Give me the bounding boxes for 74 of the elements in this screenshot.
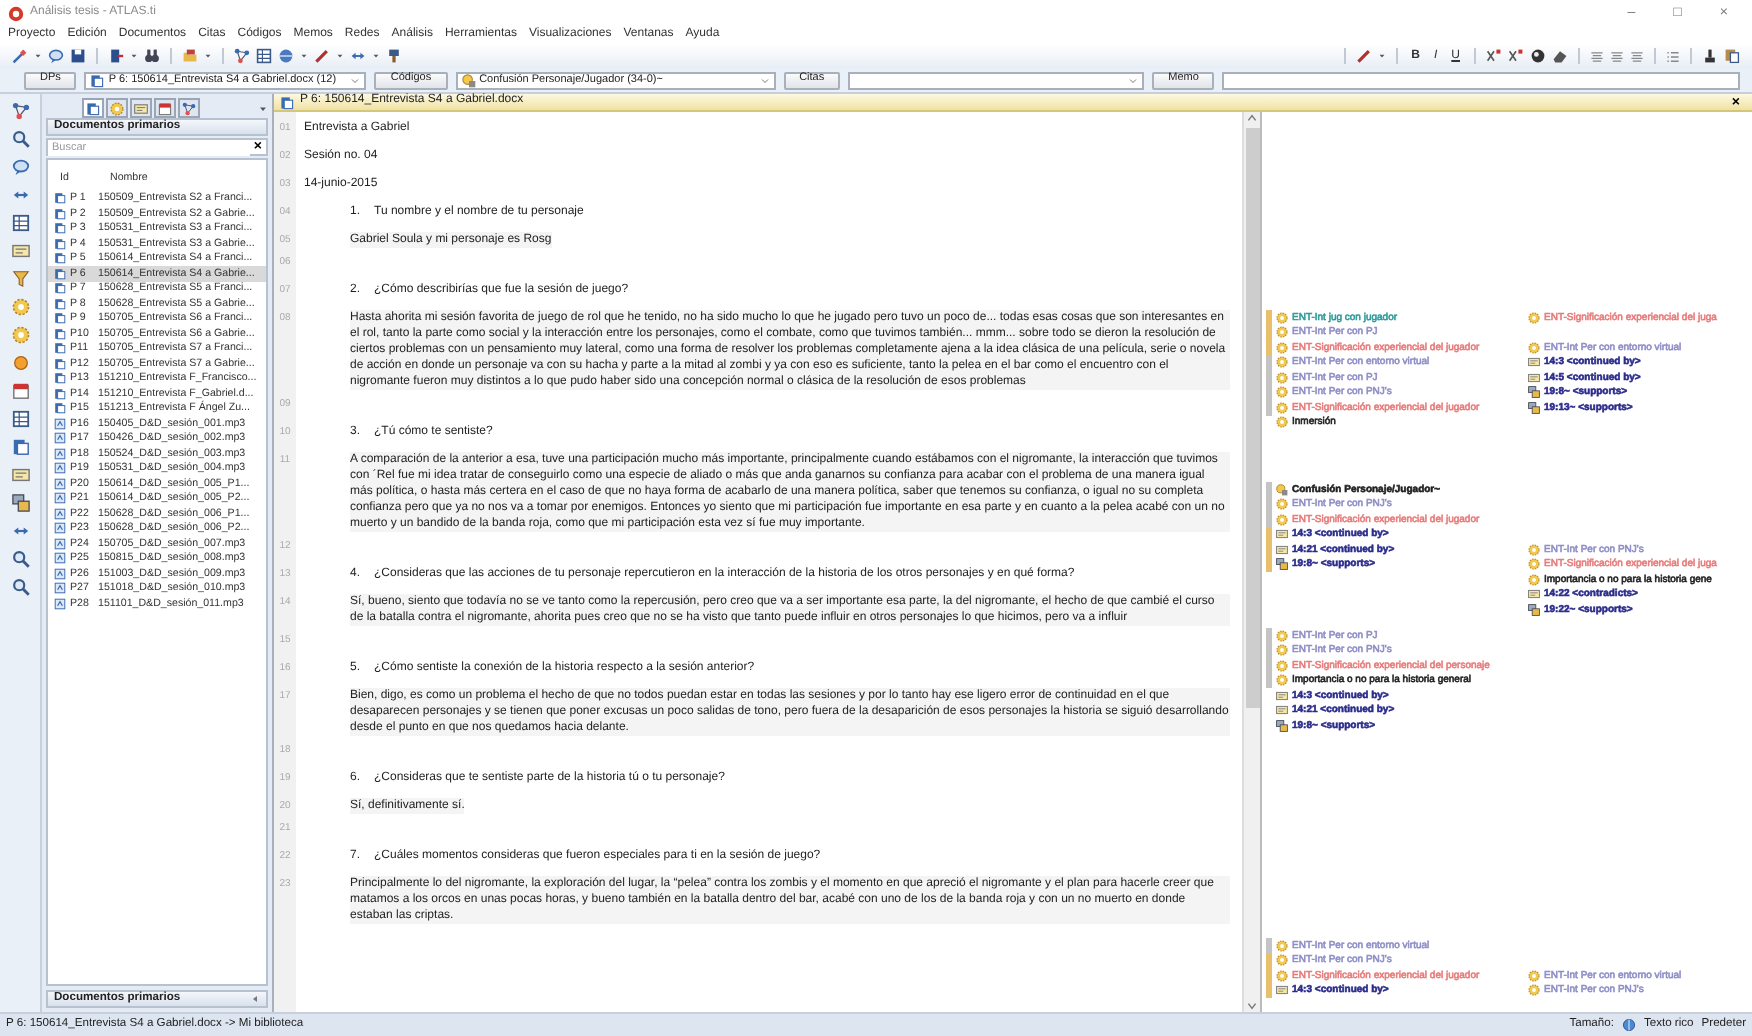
panel-tab[interactable] xyxy=(154,98,176,118)
stamp-icon[interactable] xyxy=(1702,48,1718,64)
left-triangle-icon[interactable] xyxy=(250,994,260,1004)
align-icon[interactable] xyxy=(1630,49,1644,63)
funnel-icon[interactable] xyxy=(11,270,29,288)
arrows-icon[interactable] xyxy=(11,522,29,540)
stacked-cards-icon[interactable] xyxy=(11,494,29,512)
chevron-icon xyxy=(1128,75,1139,85)
panel-tab[interactable] xyxy=(82,98,104,118)
note-icon xyxy=(134,101,148,115)
caret-icon[interactable] xyxy=(372,52,380,60)
document-icon xyxy=(280,95,294,109)
cog-group-icon xyxy=(461,73,476,87)
cog-icon xyxy=(1528,311,1540,324)
binoculars-icon[interactable] xyxy=(144,48,160,64)
align-icon[interactable] xyxy=(1610,49,1624,63)
memo-field[interactable] xyxy=(1222,71,1740,89)
caret-icon[interactable] xyxy=(204,52,212,60)
stacked-cards-icon xyxy=(1528,603,1540,616)
cross-icon[interactable] xyxy=(1508,48,1524,64)
network-icon[interactable] xyxy=(234,48,250,64)
folder-icon[interactable] xyxy=(182,48,198,64)
memo-icon xyxy=(158,101,172,115)
memo-icon[interactable] xyxy=(11,382,29,400)
grid-icon[interactable] xyxy=(256,48,272,64)
paste-icon[interactable] xyxy=(1724,48,1740,64)
cross-icon[interactable] xyxy=(1486,48,1502,64)
align-icon[interactable] xyxy=(1590,49,1604,63)
brush-icon[interactable] xyxy=(386,48,402,64)
note-icon xyxy=(1528,588,1540,601)
wand-icon[interactable] xyxy=(12,48,28,64)
search-icon[interactable] xyxy=(11,130,29,148)
globe-icon[interactable] xyxy=(1621,1018,1636,1032)
note-icon xyxy=(1276,984,1288,997)
grid-icon[interactable] xyxy=(11,410,29,428)
circle-icon[interactable] xyxy=(11,354,29,372)
network-icon[interactable] xyxy=(11,102,29,120)
caret-icon[interactable] xyxy=(34,52,42,60)
scrollbar-thumb[interactable] xyxy=(1245,128,1259,708)
eraser-icon[interactable] xyxy=(1552,48,1568,64)
cog-group-icon xyxy=(1276,483,1288,496)
network-icon xyxy=(182,101,196,115)
arrows-icon[interactable] xyxy=(350,48,366,64)
grid-icon[interactable] xyxy=(11,214,29,232)
search-icon[interactable] xyxy=(11,550,29,568)
globe-icon[interactable] xyxy=(278,48,294,64)
comment-icon[interactable] xyxy=(48,48,64,64)
caret-icon[interactable] xyxy=(336,52,344,60)
scrollbar-track[interactable] xyxy=(1242,112,1260,1012)
app-logo-icon xyxy=(8,5,24,21)
caret-icon[interactable] xyxy=(258,103,268,113)
cog-icon xyxy=(1528,341,1540,354)
caret-icon[interactable] xyxy=(130,52,138,60)
panel-tab[interactable] xyxy=(130,98,152,118)
document-icon[interactable] xyxy=(11,438,29,456)
chevron-icon xyxy=(759,75,770,85)
panel-tab[interactable] xyxy=(178,98,200,118)
caret-icon[interactable] xyxy=(300,52,308,60)
chevron-icon xyxy=(350,75,361,85)
search-icon[interactable] xyxy=(11,578,29,596)
stacked-cards-icon xyxy=(1276,558,1288,571)
panel-tab[interactable] xyxy=(106,98,128,118)
pencil-icon[interactable] xyxy=(314,48,330,64)
stacked-cards-icon xyxy=(1276,719,1288,732)
door-icon[interactable] xyxy=(108,48,124,64)
cog-icon xyxy=(110,101,124,115)
note-icon[interactable] xyxy=(11,466,29,484)
note-icon[interactable] xyxy=(11,242,29,260)
list-icon[interactable] xyxy=(1666,49,1680,63)
comment-icon[interactable] xyxy=(11,158,29,176)
save-icon[interactable] xyxy=(70,48,86,64)
disc-icon[interactable] xyxy=(1530,48,1546,64)
pencil-icon[interactable] xyxy=(1355,48,1372,64)
arrows-icon[interactable] xyxy=(11,186,29,204)
